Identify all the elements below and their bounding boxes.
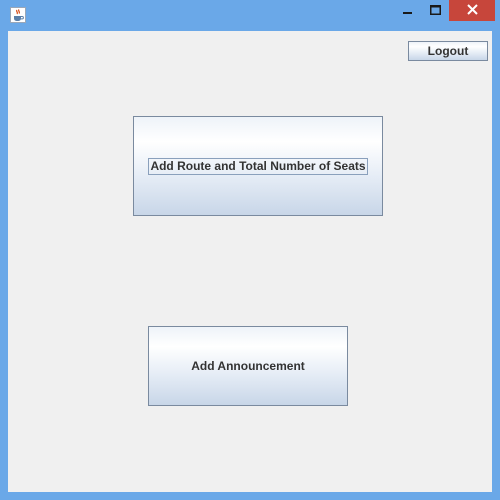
- minimize-icon: [403, 2, 413, 20]
- add-route-button-label: Add Route and Total Number of Seats: [148, 157, 368, 175]
- add-announcement-button-label: Add Announcement: [191, 359, 305, 373]
- logout-button-label: Logout: [427, 44, 469, 58]
- title-bar[interactable]: [0, 0, 500, 30]
- minimize-button[interactable]: [395, 0, 421, 21]
- close-icon: [466, 2, 478, 20]
- add-route-button[interactable]: Add Route and Total Number of Seats: [133, 116, 383, 216]
- add-announcement-button[interactable]: Add Announcement: [148, 326, 348, 406]
- java-cup-icon[interactable]: [10, 7, 26, 23]
- logout-button[interactable]: Logout: [408, 41, 488, 61]
- maximize-icon: [429, 2, 441, 20]
- close-button[interactable]: [449, 0, 495, 21]
- maximize-button[interactable]: [422, 0, 448, 21]
- app-window: Logout Add Route and Total Number of Sea…: [0, 0, 500, 500]
- content-panel: Logout Add Route and Total Number of Sea…: [8, 31, 492, 492]
